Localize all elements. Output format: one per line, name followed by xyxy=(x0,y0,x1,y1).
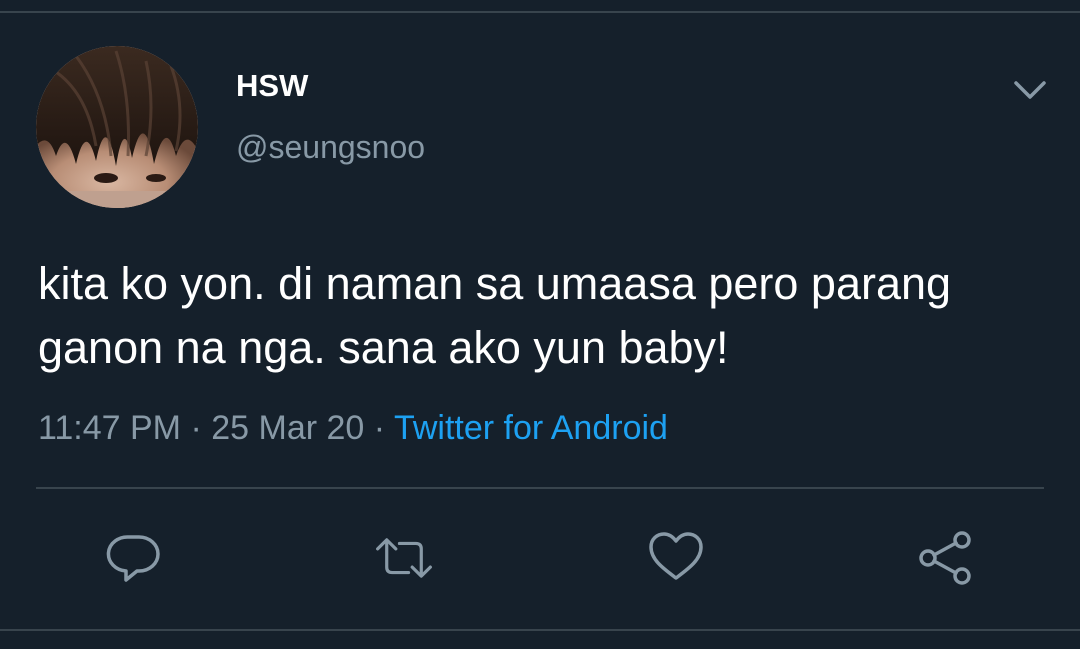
share-icon xyxy=(919,531,971,585)
comment-icon xyxy=(106,535,160,582)
like-button[interactable] xyxy=(646,528,706,588)
meta-separator: · xyxy=(181,409,212,447)
avatar-image xyxy=(36,46,198,208)
retweet-icon xyxy=(376,538,432,578)
display-name[interactable]: HSW xyxy=(236,66,308,106)
tweet-date: 25 Mar 20 xyxy=(211,409,365,447)
retweet-button[interactable] xyxy=(374,528,434,588)
actions-divider xyxy=(36,487,1044,489)
avatar[interactable] xyxy=(36,46,198,208)
tweet-time: 11:47 PM xyxy=(38,409,182,447)
top-divider xyxy=(0,11,1080,13)
share-button[interactable] xyxy=(916,528,976,588)
bottom-divider xyxy=(0,629,1080,631)
tweet-text: kita ko yon. di naman sa umaasa pero par… xyxy=(38,258,952,373)
tweet-source-link[interactable]: Twitter for Android xyxy=(394,409,668,447)
heart-icon xyxy=(649,532,703,580)
user-handle[interactable]: @seungsnoo xyxy=(236,127,425,167)
tweet-meta: 11:47 PM · 25 Mar 20 · Twitter for Andro… xyxy=(38,408,668,448)
meta-separator: · xyxy=(364,409,394,447)
chevron-down-icon[interactable] xyxy=(1008,72,1052,108)
reply-button[interactable] xyxy=(104,528,164,588)
